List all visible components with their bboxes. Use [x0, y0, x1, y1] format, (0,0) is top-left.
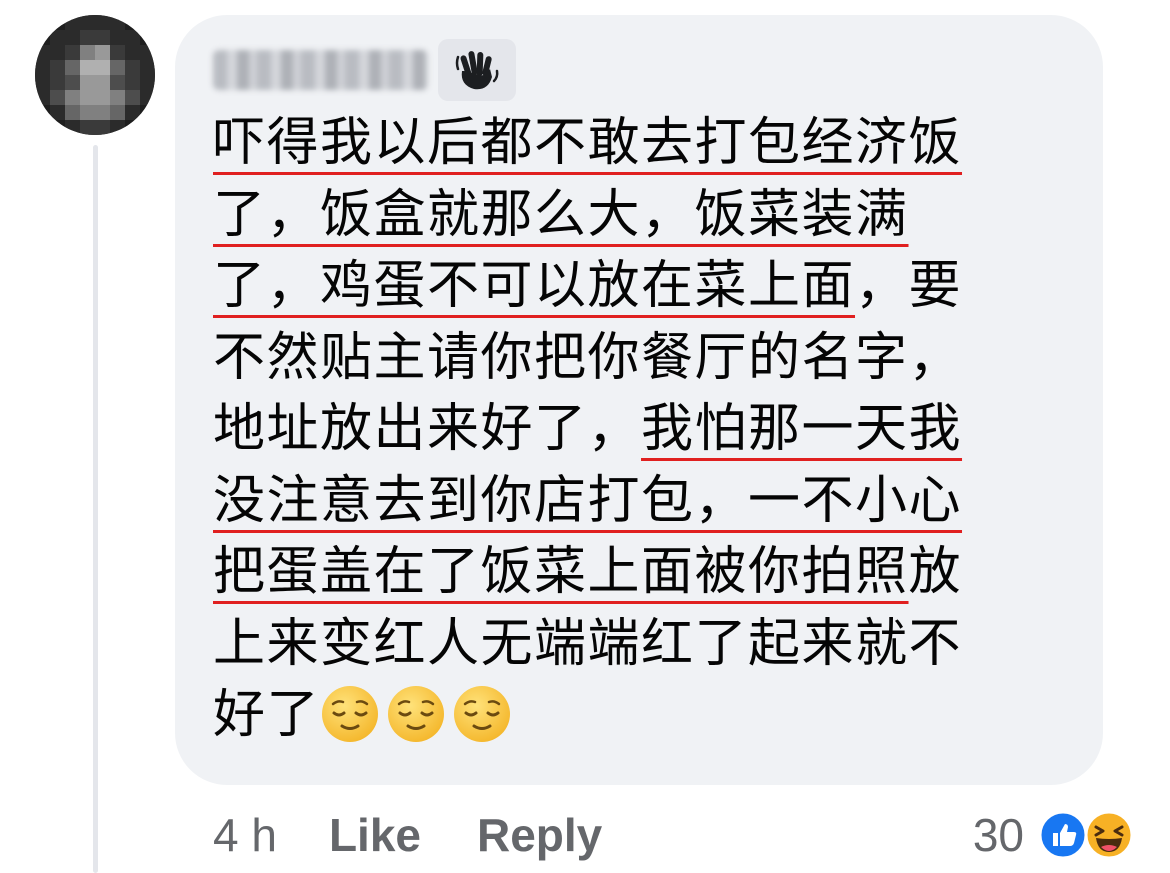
relieved-face-emoji-icon	[322, 686, 379, 742]
comment-line: 地址放出来好了，我怕那一天我	[213, 394, 1073, 466]
underlined-text-segment: 了，饭盒就那么大，饭菜装满	[213, 184, 909, 245]
like-button[interactable]: Like	[329, 808, 421, 862]
comment-text: 吓得我以后都不敢去打包经济饭 了，饭盒就那么大，饭菜装满 了，鸡蛋不可以放在菜上面，…	[213, 108, 1073, 752]
comment-line: 了，饭盒就那么大，饭菜装满	[213, 180, 1073, 252]
underlined-text-segment: 吓得我以后都不敢去打包经济饭	[213, 113, 963, 173]
waving-hand-icon	[455, 51, 499, 90]
text-segment: 好了	[213, 685, 321, 745]
comment-line: 把蛋盖在了饭菜上面被你拍照放	[213, 537, 1073, 609]
relieved-face-emoji-icon	[454, 686, 511, 742]
relieved-face-emoji-icon	[388, 686, 445, 742]
comment-line: 吓得我以后都不敢去打包经济饭	[213, 108, 1073, 180]
text-segment: ，要	[855, 256, 963, 316]
underlined-text-segment: 了，鸡蛋不可以放在菜上面	[213, 256, 856, 316]
text-segment: 不然贴主请你把你餐厅的名字，	[213, 327, 963, 388]
comment-line: 好了	[213, 680, 1073, 752]
comment-line: 了，鸡蛋不可以放在菜上面，要	[213, 251, 1073, 323]
author-name-blurred[interactable]	[213, 50, 428, 90]
comment-footer: 4 h Like Reply	[213, 800, 658, 870]
reaction-count[interactable]: 30	[973, 808, 1024, 862]
commenter-avatar[interactable]	[35, 15, 155, 135]
comment-line: 不然贴主请你把你餐厅的名字，	[213, 323, 1073, 395]
text-segment: 放	[908, 542, 963, 602]
text-segment: 上来变红人无端端红了起来就不	[213, 613, 963, 674]
new-member-badge[interactable]	[438, 39, 516, 101]
reply-button[interactable]: Reply	[477, 808, 602, 862]
comment-line: 上来变红人无端端红了起来就不	[213, 609, 1073, 681]
comment-author-row	[213, 39, 516, 101]
thread-line	[93, 145, 98, 873]
like-reaction-icon	[1038, 810, 1088, 860]
haha-reaction-icon	[1084, 810, 1134, 860]
text-segment: 地址放出来好了，	[213, 399, 642, 459]
comment-timestamp[interactable]: 4 h	[213, 808, 277, 862]
underlined-text-segment: 没注意去到你店打包，一不小心	[213, 470, 963, 531]
comment-line: 没注意去到你店打包，一不小心	[213, 466, 1073, 538]
underlined-text-segment: 我怕那一天我	[641, 399, 963, 459]
underlined-text-segment: 把蛋盖在了饭菜上面被你拍照	[213, 542, 909, 602]
reactions-summary[interactable]: 30	[973, 800, 1134, 870]
